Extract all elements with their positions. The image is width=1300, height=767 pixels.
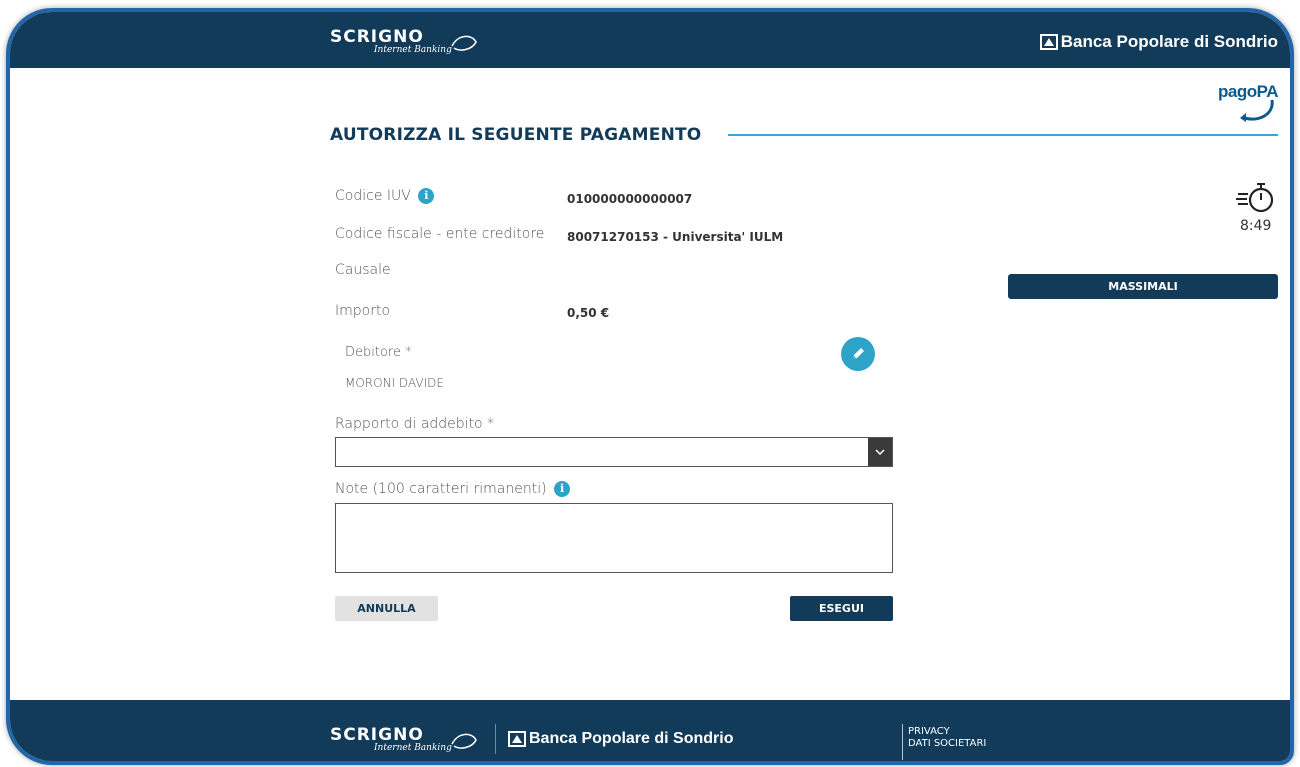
rapporto-label: Rapporto di addebito * bbox=[335, 416, 495, 432]
footer-divider bbox=[495, 724, 496, 754]
iuv-label: Codice IUV bbox=[335, 188, 411, 204]
scrigno-logo-sub: Internet Banking bbox=[374, 45, 452, 55]
footer-links-divider bbox=[902, 724, 903, 760]
footer-scrigno-word: SCRIGNO bbox=[330, 725, 424, 745]
pagopa-logo: pagoPA bbox=[1218, 82, 1278, 128]
top-header: SCRIGNO Internet Banking Banca Popolare … bbox=[10, 12, 1290, 68]
edit-debitore-button[interactable] bbox=[841, 337, 875, 371]
causale-label: Causale bbox=[335, 262, 391, 278]
privacy-link[interactable]: PRIVACY bbox=[908, 726, 950, 737]
footer-scrigno-logo[interactable]: SCRIGNO Internet Banking bbox=[330, 725, 477, 753]
importo-value: 0,50 € bbox=[567, 306, 610, 320]
pagopa-swoosh-icon bbox=[1240, 99, 1274, 122]
iuv-label-row: Codice IUV i bbox=[335, 188, 435, 204]
pencil-icon bbox=[853, 348, 864, 359]
bank-name: Banca Popolare di Sondrio bbox=[1060, 32, 1278, 51]
page-title: AUTORIZZA IL SEGUENTE PAGAMENTO bbox=[330, 125, 702, 145]
scrigno-swoosh-icon bbox=[451, 35, 477, 51]
bank-logo[interactable]: Banca Popolare di Sondrio bbox=[1039, 32, 1278, 52]
footer-bank-emblem-icon bbox=[508, 731, 526, 747]
esegui-button[interactable]: ESEGUI bbox=[790, 596, 893, 621]
footer-scrigno-sub: Internet Banking bbox=[374, 743, 452, 753]
annulla-button[interactable]: ANNULLA bbox=[335, 596, 438, 621]
stopwatch-icon bbox=[1236, 183, 1274, 213]
debitore-value: MORONI DAVIDE bbox=[345, 376, 444, 390]
footer-bank-logo[interactable]: Banca Popolare di Sondrio bbox=[508, 730, 733, 748]
timer-countdown: 8:49 bbox=[1240, 218, 1272, 234]
iuv-info-icon[interactable]: i bbox=[418, 188, 435, 204]
chevron-down-icon bbox=[875, 449, 885, 456]
rapporto-select[interactable] bbox=[335, 437, 893, 467]
app-window: SCRIGNO Internet Banking Banca Popolare … bbox=[6, 8, 1294, 765]
dati-societari-link[interactable]: DATI SOCIETARI bbox=[908, 738, 986, 749]
iuv-value: 010000000000007 bbox=[567, 192, 693, 206]
note-label-row: Note (100 caratteri rimanenti) i bbox=[335, 481, 571, 497]
title-divider bbox=[728, 134, 1278, 136]
bank-emblem-icon bbox=[1039, 34, 1058, 50]
footer: SCRIGNO Internet Banking Banca Popolare … bbox=[10, 700, 1290, 761]
footer-scrigno-swoosh-icon bbox=[451, 733, 477, 749]
select-dropdown-button[interactable] bbox=[868, 438, 892, 466]
cf-value: 80071270153 - Universita' IULM bbox=[567, 230, 784, 244]
footer-bank-name: Banca Popolare di Sondrio bbox=[529, 730, 734, 747]
massimali-button[interactable]: MASSIMALI bbox=[1008, 274, 1278, 299]
note-textarea[interactable] bbox=[335, 503, 893, 573]
note-label: Note (100 caratteri rimanenti) bbox=[335, 481, 547, 497]
cf-label: Codice fiscale - ente creditore bbox=[335, 226, 545, 242]
debitore-label: Debitore * bbox=[345, 345, 412, 360]
importo-label: Importo bbox=[335, 303, 391, 319]
note-info-icon[interactable]: i bbox=[554, 481, 571, 497]
scrigno-logo[interactable]: SCRIGNO Internet Banking bbox=[330, 27, 477, 55]
scrigno-logo-word: SCRIGNO bbox=[330, 27, 424, 47]
